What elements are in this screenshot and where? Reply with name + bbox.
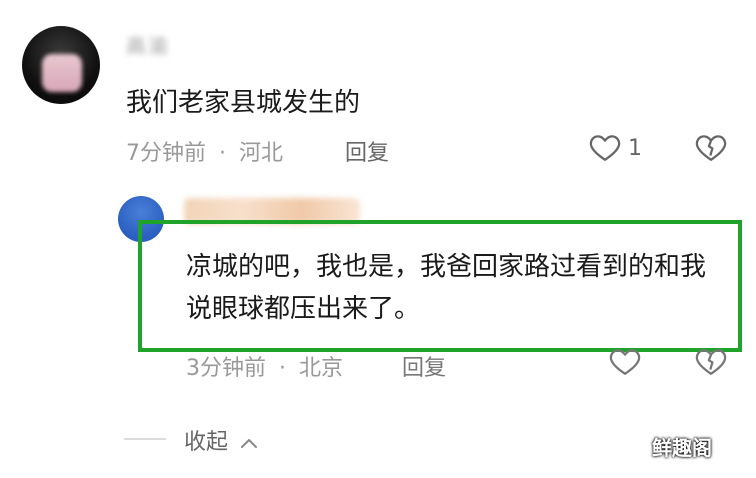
collapse-label: 收起 bbox=[184, 430, 229, 455]
reply-location: 北京 bbox=[299, 356, 344, 381]
like-heart-icon[interactable] bbox=[588, 130, 622, 164]
reply-meta: 3分钟前 · 北京 bbox=[186, 350, 343, 382]
comment-text: 我们老家县城发生的 bbox=[126, 88, 361, 118]
chevron-up-icon bbox=[239, 431, 259, 456]
reply-time: 3分钟前 bbox=[186, 356, 266, 381]
like-heart-icon[interactable] bbox=[608, 344, 642, 378]
comment-meta: 7分钟前 · 河北 bbox=[126, 135, 283, 167]
dislike-broken-heart-icon[interactable] bbox=[694, 344, 728, 378]
avatar-face-blur bbox=[42, 54, 82, 92]
comment-location: 河北 bbox=[239, 141, 284, 166]
meta-separator: · bbox=[279, 356, 286, 381]
watermark: 鲜趣阁 bbox=[652, 436, 712, 460]
meta-separator: · bbox=[219, 141, 226, 166]
reply-text: 凉城的吧，我也是，我爸回家路过看到的和我说眼球都压出来了。 bbox=[186, 252, 707, 324]
like-count: 1 bbox=[628, 136, 642, 161]
dislike-broken-heart-icon[interactable] bbox=[694, 130, 728, 164]
collapse-divider bbox=[124, 438, 166, 440]
reply-reply-button[interactable]: 回复 bbox=[402, 350, 446, 382]
comment-time: 7分钟前 bbox=[126, 141, 206, 166]
commenter-avatar[interactable] bbox=[22, 26, 100, 104]
commenter-username[interactable]: 高渝 bbox=[126, 30, 236, 58]
collapse-button[interactable]: 收起 bbox=[184, 424, 259, 456]
comment-reply-button[interactable]: 回复 bbox=[345, 135, 389, 167]
